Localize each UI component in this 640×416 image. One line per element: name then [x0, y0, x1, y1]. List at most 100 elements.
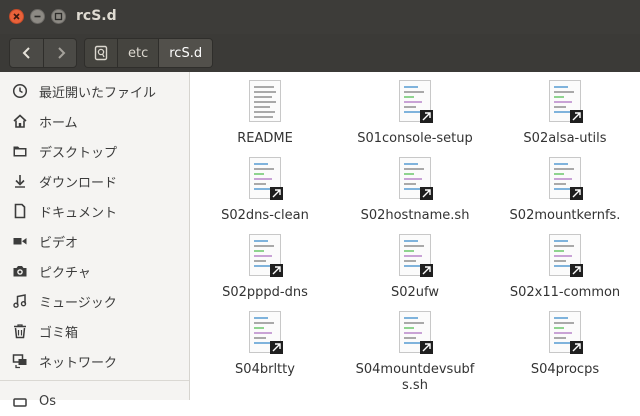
file-item[interactable]: S04procps	[490, 311, 640, 378]
video-icon	[12, 233, 28, 249]
executable-badge-icon	[570, 341, 583, 354]
sidebar-item-trash[interactable]: ゴミ箱	[0, 316, 189, 346]
sidebar-item-videos[interactable]: ビデオ	[0, 226, 189, 256]
file-name: S04mountdevsubf s.sh	[340, 362, 490, 394]
file-name: S01console-setup	[357, 131, 473, 146]
sidebar-item-label: ゴミ箱	[39, 325, 79, 341]
path-crumb-etc[interactable]: etc	[118, 39, 160, 67]
file-item[interactable]: S04brltty	[190, 311, 340, 378]
file-name: README	[237, 131, 293, 146]
file-item[interactable]: README	[190, 80, 340, 147]
network-icon	[12, 353, 28, 369]
file-item[interactable]: S02mountkernfs.	[490, 157, 640, 224]
sidebar-item-pictures[interactable]: ピクチャ	[0, 256, 189, 286]
script-file-icon	[547, 80, 583, 124]
minimize-icon	[34, 15, 41, 18]
forward-button[interactable]	[44, 39, 77, 67]
executable-badge-icon	[420, 264, 433, 277]
sidebar-item-label: ドキュメント	[39, 205, 118, 221]
file-name: S02dns-clean	[221, 208, 309, 223]
trash-icon	[12, 323, 28, 339]
executable-badge-icon	[420, 341, 433, 354]
chevron-left-icon	[22, 47, 30, 59]
path-bar: etc rcS.d	[84, 38, 214, 68]
file-name-line-1: S04mountdevsubf	[355, 362, 475, 377]
sidebar-item-label: デスクトップ	[39, 145, 118, 161]
executable-badge-icon	[420, 187, 433, 200]
script-file-icon	[397, 234, 433, 278]
file-name: S02pppd-dns	[222, 285, 308, 300]
script-file-icon	[547, 311, 583, 355]
executable-badge-icon	[270, 264, 283, 277]
file-item[interactable]: S02x11-common	[490, 234, 640, 301]
executable-badge-icon	[570, 110, 583, 123]
sidebar-item-network[interactable]: ネットワーク	[0, 346, 189, 376]
script-file-icon	[547, 234, 583, 278]
sidebar-item-label: 最近開いたファイル	[39, 85, 157, 101]
chevron-right-icon	[58, 47, 66, 59]
script-file-icon	[397, 80, 433, 124]
sidebar-item-recent[interactable]: 最近開いたファイル	[0, 76, 189, 106]
navigation-buttons	[9, 38, 77, 68]
document-icon	[12, 203, 28, 219]
home-icon	[12, 113, 28, 129]
download-icon	[12, 173, 28, 189]
sidebar-divider	[0, 380, 189, 381]
toolbar: etc rcS.d	[0, 34, 640, 73]
sidebar-item-label: ダウンロード	[39, 175, 118, 191]
file-name-line-2: s.sh	[402, 378, 428, 393]
back-button[interactable]	[10, 39, 44, 67]
file-name: S02hostname.sh	[360, 208, 470, 223]
maximize-icon	[54, 12, 63, 21]
file-item[interactable]: S02pppd-dns	[190, 234, 340, 301]
file-item[interactable]: S02hostname.sh	[340, 157, 490, 224]
drive-icon	[12, 393, 28, 409]
minimize-button[interactable]	[30, 9, 45, 24]
music-icon	[12, 293, 28, 309]
file-item[interactable]: S02alsa-utils	[490, 80, 640, 147]
file-name: S02mountkernfs.	[509, 208, 621, 223]
executable-badge-icon	[570, 187, 583, 200]
sidebar-item-documents[interactable]: ドキュメント	[0, 196, 189, 226]
sidebar-item-os[interactable]: Os	[0, 386, 189, 416]
sidebar-item-music[interactable]: ミュージック	[0, 286, 189, 316]
sidebar-item-label: ミュージック	[39, 295, 117, 311]
path-crumb-rcs-d[interactable]: rcS.d	[159, 39, 213, 67]
script-file-icon	[397, 157, 433, 201]
file-name: S04procps	[530, 362, 600, 377]
maximize-button[interactable]	[51, 9, 66, 24]
sidebar-item-label: ビデオ	[39, 235, 79, 251]
file-item[interactable]: S02dns-clean	[190, 157, 340, 224]
clock-icon	[12, 83, 28, 99]
file-name: S02alsa-utils	[523, 131, 607, 146]
file-item[interactable]: S02ufw	[340, 234, 490, 301]
file-name: S04brltty	[235, 362, 295, 377]
file-item[interactable]: S01console-setup	[340, 80, 490, 147]
close-icon	[13, 13, 20, 20]
camera-icon	[12, 263, 28, 279]
folder-icon	[12, 143, 28, 159]
sidebar-item-label: ピクチャ	[39, 265, 91, 281]
sidebar-item-label: ホーム	[39, 115, 78, 131]
path-root-button[interactable]	[85, 39, 118, 67]
sidebar-item-desktop[interactable]: デスクトップ	[0, 136, 189, 166]
sidebar: 最近開いたファイル ホーム デスクトップ ダウンロード ドキュメント ビデオ ピ…	[0, 72, 190, 409]
executable-badge-icon	[420, 110, 433, 123]
sidebar-item-downloads[interactable]: ダウンロード	[0, 166, 189, 196]
drive-icon	[94, 45, 108, 61]
sidebar-item-home[interactable]: ホーム	[0, 106, 189, 136]
file-grid: README S01console-setup S02alsa-utils S0…	[190, 72, 640, 400]
sidebar-item-label: Os	[39, 393, 57, 409]
executable-badge-icon	[570, 264, 583, 277]
executable-badge-icon	[270, 341, 283, 354]
file-item[interactable]: S04mountdevsubf s.sh	[340, 311, 490, 394]
script-file-icon	[247, 311, 283, 355]
file-name: S02x11-common	[509, 285, 621, 300]
close-button[interactable]	[9, 9, 24, 24]
title-bar: rcS.d	[0, 0, 640, 34]
file-name: S02ufw	[390, 285, 439, 300]
sidebar-item-label: ネットワーク	[39, 355, 118, 371]
script-file-icon	[397, 311, 433, 355]
text-file-icon	[247, 80, 283, 124]
script-file-icon	[247, 157, 283, 201]
